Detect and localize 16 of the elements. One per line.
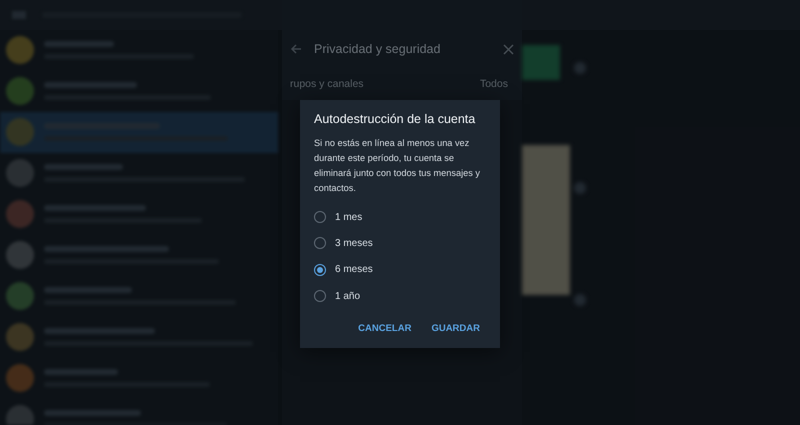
radio-button[interactable] [314, 211, 326, 224]
option-label[interactable]: 6 meses [335, 264, 373, 276]
option-label[interactable]: 1 mes [335, 212, 362, 223]
save-button[interactable]: GUARDAR [425, 319, 486, 338]
close-icon[interactable] [503, 44, 514, 54]
radio-button[interactable] [314, 264, 326, 276]
option-label[interactable]: 3 meses [335, 238, 373, 249]
dialog-title: Autodestrucción de la cuenta [314, 112, 476, 126]
back-arrow-icon[interactable] [290, 43, 302, 55]
radio-button[interactable] [314, 237, 326, 250]
setting-label: rupos y canales [290, 78, 364, 90]
cancel-button[interactable]: CANCELAR [352, 319, 418, 338]
dialog-message: Si no estás en línea al menos una vez durante este período, tu cuenta se eliminará junto con todos tus mensajes y contactos. [314, 137, 481, 195]
panel-title: Privacidad y seguridad [314, 42, 442, 56]
radio-button[interactable] [314, 290, 326, 302]
option-label[interactable]: 1 año [335, 290, 360, 302]
